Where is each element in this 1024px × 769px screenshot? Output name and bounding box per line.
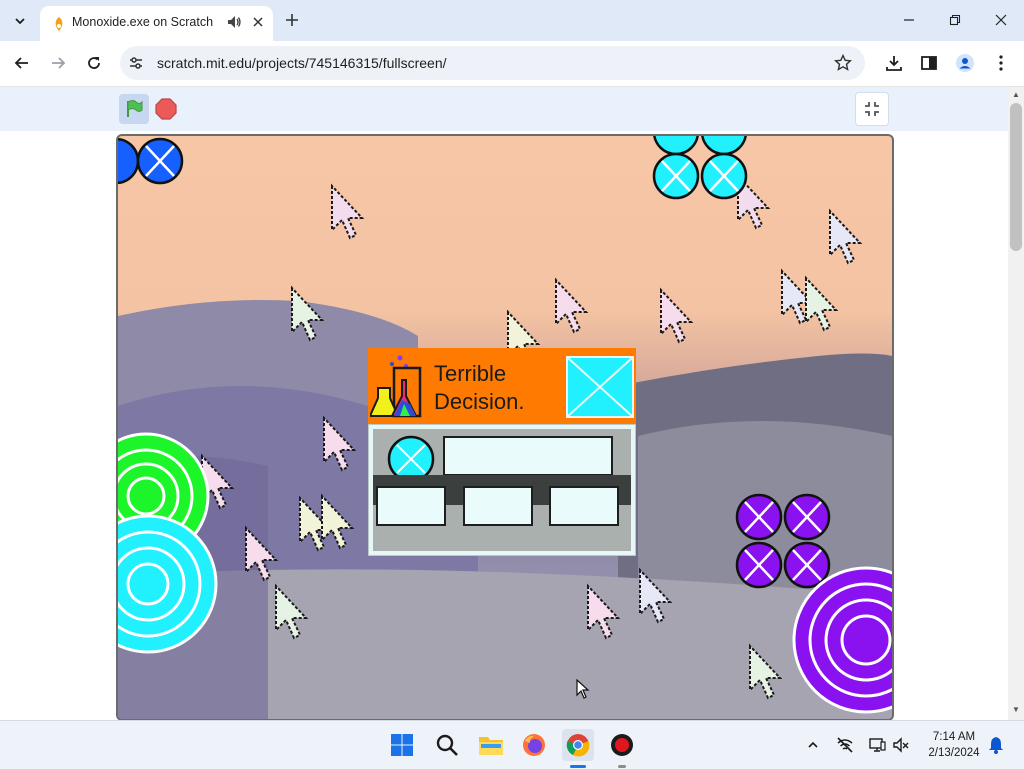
new-tab-button[interactable] [281,9,303,31]
tab-search-button[interactable] [8,9,32,33]
forward-arrow-icon [52,57,66,69]
kebab-menu-icon [999,55,1003,71]
chevron-down-icon [15,18,25,25]
blue-x-circle [118,137,140,185]
download-button[interactable] [884,53,904,73]
file-explorer-button[interactable] [475,729,507,761]
exit-fullscreen-icon [865,102,879,116]
browser-tab[interactable]: Monoxide.exe on Scratch [40,6,273,41]
dialog-inner-panel [373,429,631,551]
file-explorer-icon [479,737,503,755]
close-icon [995,14,1007,26]
clock-date: 2/13/2024 [928,747,980,759]
scrollbar-thumb[interactable] [1010,103,1022,251]
network-off-icon [837,737,853,753]
dialog-body [368,424,636,556]
network-status[interactable] [835,735,855,755]
notification-bell-icon [989,737,1003,754]
firefox-button[interactable] [518,729,550,761]
display-status[interactable] [867,735,887,755]
show-hidden-icons-button[interactable] [803,735,823,755]
bookmark-star-icon[interactable] [834,54,852,72]
scroll-down-arrow-icon[interactable]: ▼ [1012,705,1020,714]
exit-fullscreen-button[interactable] [855,92,889,126]
chevron-up-icon [808,741,818,748]
start-button[interactable] [386,729,418,761]
chemistry-flasks-icon [370,355,422,418]
dialog-button-left[interactable] [376,486,446,526]
reload-button[interactable] [80,49,108,77]
restore-button[interactable] [942,8,968,32]
page-scrollbar[interactable]: ▲ ▼ [1008,87,1024,720]
dialog-button-right[interactable] [549,486,619,526]
forward-button[interactable] [44,49,72,77]
url-text[interactable]: scratch.mit.edu/projects/745146315/fulls… [157,55,447,71]
taskbar-clock[interactable]: 7:14 AM 2/13/2024 [922,729,986,761]
close-icon [253,17,263,27]
web-page: Terrible Decision. [0,87,1008,721]
search-button[interactable] [431,729,463,761]
plus-icon [286,14,298,26]
tab-title: Monoxide.exe on Scratch [72,15,214,29]
terrible-decision-dialog: Terrible Decision. [368,348,636,556]
profile-button[interactable] [955,53,975,73]
dialog-text-field[interactable] [443,436,613,476]
browser-titlebar: Monoxide.exe on Scratch [0,0,1024,41]
minimize-button[interactable] [896,8,922,32]
chrome-icon [566,734,590,757]
close-window-button[interactable] [988,8,1014,32]
clock-time: 7:14 AM [932,731,976,743]
display-icon [869,738,886,752]
browser-toolbar: scratch.mit.edu/projects/745146315/fulls… [0,41,1024,87]
volume-muted-icon [893,737,909,753]
tab-close-button[interactable] [249,13,267,31]
cyan-x-circle [653,136,699,156]
speaker-icon[interactable] [226,14,242,30]
scratch-stage[interactable]: Terrible Decision. [116,134,894,721]
stop-sign-icon[interactable] [155,98,177,120]
firefox-icon [523,734,545,756]
minimize-icon [904,19,914,21]
chrome-button[interactable] [562,729,594,761]
green-flag-button[interactable] [119,94,149,124]
site-info-icon[interactable] [128,55,144,71]
record-icon [611,734,633,756]
scratch-controls-bar [0,87,1008,131]
reload-icon [88,57,100,69]
dialog-button-middle[interactable] [463,486,533,526]
notification-center-button[interactable] [986,735,1006,755]
dialog-header: Terrible Decision. [368,348,636,424]
address-bar[interactable]: scratch.mit.edu/projects/745146315/fulls… [120,46,865,80]
restore-icon [949,14,961,26]
green-flag-icon [127,100,143,117]
back-arrow-icon [14,57,28,69]
cyan-x-circle [701,136,747,156]
recorder-button[interactable] [606,729,638,761]
profile-icon [956,54,974,72]
close-x-box-icon[interactable] [566,356,634,418]
back-button[interactable] [8,49,36,77]
scratch-favicon-icon [55,17,63,31]
download-icon [886,56,902,71]
chrome-menu-button[interactable] [991,53,1011,73]
scroll-up-arrow-icon[interactable]: ▲ [1012,90,1020,99]
side-panel-button[interactable] [919,53,939,73]
search-icon [436,734,458,756]
mouse-pointer-icon [576,679,590,699]
dialog-title: Terrible Decision. [434,361,525,414]
windows-taskbar: 7:14 AM 2/13/2024 [0,720,1024,769]
volume-status[interactable] [891,735,911,755]
side-panel-icon [921,56,937,70]
windows-start-icon [391,734,413,756]
